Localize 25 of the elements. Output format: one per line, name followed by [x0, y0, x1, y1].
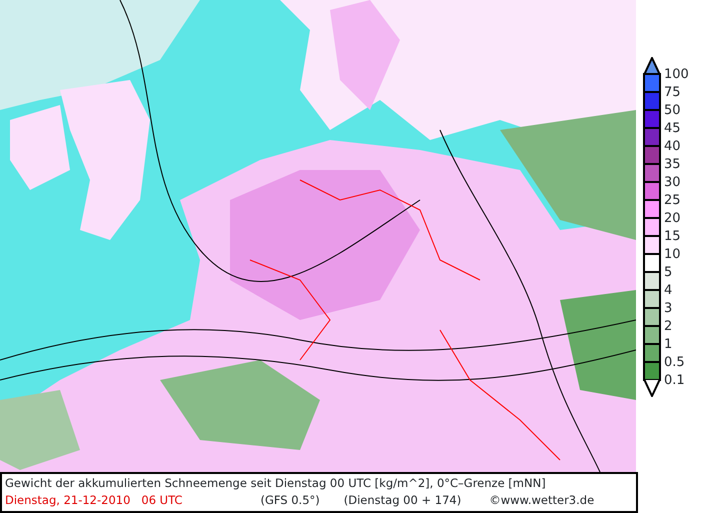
legend-label: 4 [664, 282, 674, 300]
legend-label: 30 [664, 174, 682, 192]
copyright-symbol: © [489, 492, 501, 509]
map-caption: Gewicht der akkumulierten Schneemenge seit Dienstag 00 UTC [kg/m^2], 0°C–Grenze [mNN] [5, 476, 546, 490]
model-label: (GFS 0.5°) [260, 492, 320, 509]
legend-label: 5 [664, 264, 674, 282]
legend-label: 15 [664, 228, 682, 246]
legend-label: 25 [664, 192, 682, 210]
legend-label: 3 [664, 300, 674, 318]
forecast-step: (Dienstag 00 + 174) [344, 492, 462, 509]
legend-label: 35 [664, 156, 682, 174]
legend-label: 0.1 [664, 372, 686, 390]
legend-label: 10 [664, 246, 682, 264]
legend-label: 20 [664, 210, 682, 228]
source-url: www.wetter3.de [500, 492, 594, 509]
legend-label: 50 [664, 102, 682, 120]
legend-label: 1 [664, 336, 674, 354]
legend-label: 0.5 [664, 354, 686, 372]
legend-label: 100 [664, 66, 689, 84]
legend-label: 40 [664, 138, 682, 156]
legend-label: 45 [664, 120, 682, 138]
legend-bottom-arrow [643, 379, 661, 397]
legend-label: 2 [664, 318, 674, 336]
valid-time: Dienstag, 21-12-2010 06 UTC [5, 492, 182, 509]
legend-label: 75 [664, 84, 682, 102]
